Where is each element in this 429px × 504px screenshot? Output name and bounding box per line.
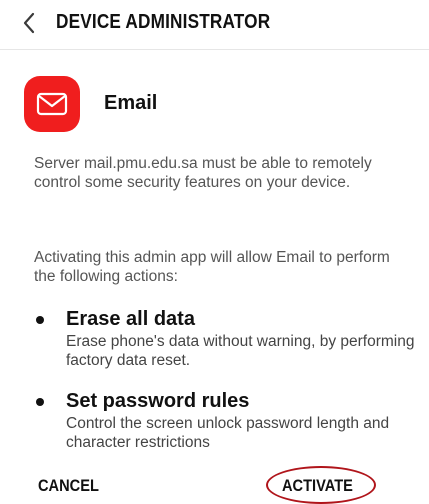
activate-button[interactable]: ACTIVATE (282, 476, 353, 496)
bullet-icon (36, 316, 44, 324)
action-title: Set password rules (66, 390, 250, 412)
action-title: Erase all data (66, 308, 195, 330)
bullet-icon (36, 398, 44, 406)
server-description: Server mail.pmu.edu.sa must be able to r… (34, 155, 372, 191)
back-button[interactable] (14, 8, 44, 38)
actions-intro: Activating this admin app will allow Ema… (34, 249, 390, 285)
action-description: Control the screen unlock password lengt… (66, 415, 390, 451)
app-name: Email (104, 92, 158, 114)
action-description: Erase phone's data without warning, by p… (66, 333, 415, 369)
envelope-icon (36, 92, 68, 116)
cancel-button[interactable]: CANCEL (38, 476, 99, 496)
page-title: DEVICE ADMINISTRATOR (56, 11, 271, 33)
app-bar: DEVICE ADMINISTRATOR (0, 0, 429, 50)
chevron-left-icon (23, 12, 35, 34)
app-icon (24, 76, 80, 132)
